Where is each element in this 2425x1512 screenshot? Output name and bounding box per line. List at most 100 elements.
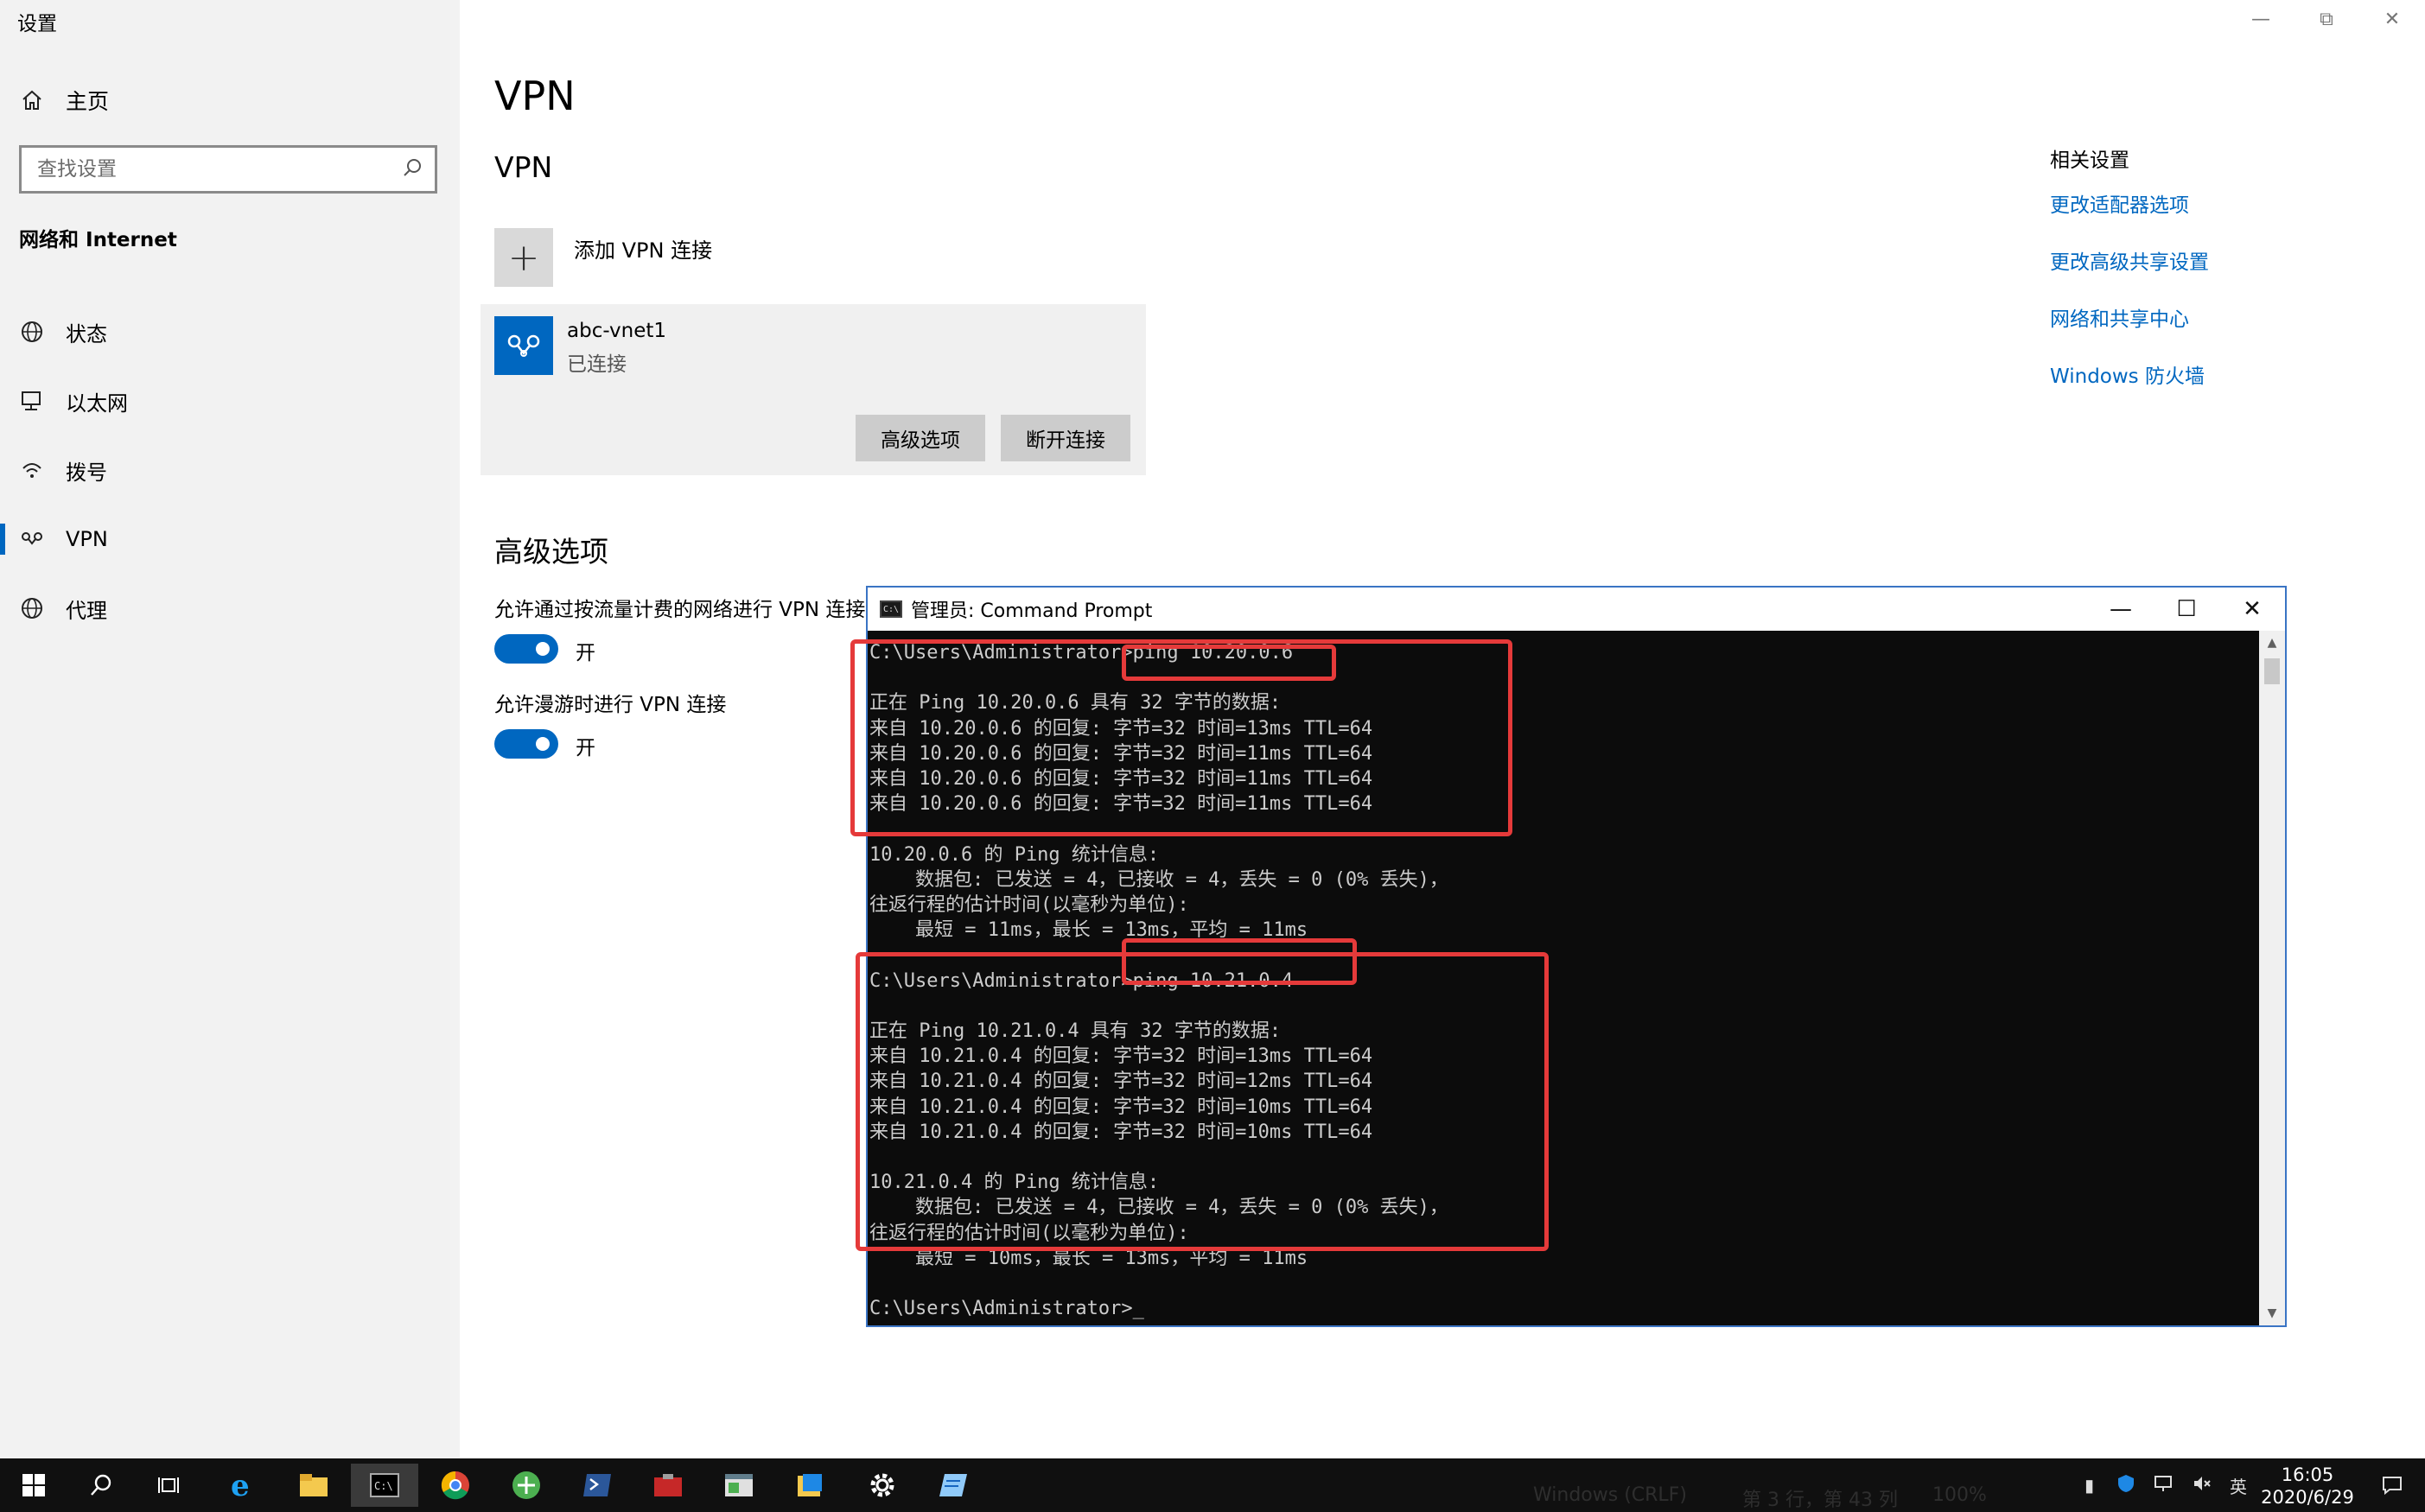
search-input[interactable] <box>37 158 402 181</box>
home-icon <box>17 86 47 115</box>
console-line: 数据包: 已发送 = 4，已接收 = 4，丢失 = 0 (0% 丢失)， <box>869 868 1448 891</box>
cmd-titlebar[interactable]: C:\ 管理员: Command Prompt — ☐ ✕ <box>868 588 2285 631</box>
action-center-icon[interactable] <box>2359 1458 2425 1512</box>
screen: 设置 主页 网络和 Internet 状态 <box>0 0 2425 1512</box>
status-zoom: 100% <box>1932 1484 1987 1506</box>
vpn-connection-icon <box>494 316 553 375</box>
link-advanced-sharing[interactable]: 更改高级共享设置 <box>2050 245 2209 302</box>
console-line: 往返行程的估计时间(以毫秒为单位): <box>869 894 1189 916</box>
file-explorer-icon[interactable] <box>280 1464 347 1507</box>
shield-icon[interactable] <box>2116 1473 2154 1498</box>
roaming-toggle-state: 开 <box>576 737 595 759</box>
plus-icon: + <box>494 228 553 287</box>
server-manager-icon[interactable] <box>776 1464 843 1507</box>
command-prompt-icon[interactable]: C:\ <box>351 1464 418 1507</box>
start-windows-icon[interactable] <box>0 1464 67 1507</box>
page-title: VPN <box>494 73 576 119</box>
status-cursor-position: 第 3 行，第 43 列 <box>1742 1490 1898 1511</box>
nav-item-status[interactable]: 状态 <box>0 297 460 366</box>
related-settings: 相关设置 更改适配器选项 更改高级共享设置 网络和共享中心 Windows 防火… <box>2050 143 2209 416</box>
green-browser-icon[interactable] <box>493 1464 560 1507</box>
powershell-icon[interactable] <box>563 1464 631 1507</box>
usb-device-icon[interactable]: ▮ <box>2084 1475 2116 1496</box>
search-icon[interactable] <box>67 1464 135 1507</box>
vpn-connection-status: 已连接 <box>567 353 627 376</box>
highlight-box-ping2-output <box>856 952 1549 1251</box>
scroll-thumb[interactable] <box>2264 658 2280 684</box>
notepad-icon[interactable] <box>920 1464 987 1507</box>
nav-item-label: 状态 <box>66 321 107 346</box>
close-icon[interactable]: ✕ <box>2359 0 2425 38</box>
nav-item-label: 代理 <box>66 598 107 623</box>
nav-item-label: VPN <box>66 527 108 551</box>
link-adapter-options[interactable]: 更改适配器选项 <box>2050 188 2209 245</box>
volume-muted-icon[interactable] <box>2192 1473 2230 1498</box>
highlight-box-ping1-command <box>1122 645 1336 681</box>
system-tray: ▮ 英 <box>2084 1458 2264 1512</box>
minimize-icon[interactable]: — <box>2088 588 2154 631</box>
restore-icon[interactable]: ⧉ <box>2294 0 2359 38</box>
globe-status-icon <box>17 317 47 346</box>
nav-list: 状态 以太网 拨号 VPN 代理 <box>0 297 460 643</box>
task-view-icon[interactable] <box>137 1464 204 1507</box>
dialup-icon <box>17 455 47 485</box>
nav-item-dialup[interactable]: 拨号 <box>0 435 460 505</box>
chrome-icon[interactable] <box>422 1464 489 1507</box>
console-line: C:\Users\Administrator>_ <box>869 1298 1144 1320</box>
cmd-scrollbar[interactable]: ▲ ▼ <box>2259 631 2285 1325</box>
clock-date: 2020/6/29 <box>2261 1487 2354 1508</box>
taskbar: e C:\ <box>0 1458 2425 1512</box>
minimize-icon[interactable]: — <box>2228 0 2294 38</box>
metered-toggle[interactable] <box>494 634 558 664</box>
cmd-app-icon: C:\ <box>880 600 902 618</box>
search-icon[interactable] <box>402 157 423 181</box>
scroll-down-icon[interactable]: ▼ <box>2259 1301 2285 1325</box>
nav-item-vpn[interactable]: VPN <box>0 505 460 574</box>
roaming-option-label: 允许漫游时进行 VPN 连接 <box>494 694 727 716</box>
nav-item-label: 以太网 <box>66 391 128 416</box>
highlight-box-ping2-command <box>1122 938 1357 985</box>
vpn-icon <box>17 524 47 554</box>
globe-proxy-icon <box>17 594 47 623</box>
related-settings-title: 相关设置 <box>2050 149 2129 172</box>
advanced-options-button[interactable]: 高级选项 <box>856 415 985 461</box>
maximize-icon[interactable]: ☐ <box>2154 588 2219 631</box>
svg-text:C:\: C:\ <box>374 1480 393 1492</box>
internet-explorer-icon[interactable]: e <box>209 1464 277 1507</box>
taskbar-clock[interactable]: 16:05 2020/6/29 <box>2247 1464 2368 1509</box>
sidebar: 设置 主页 网络和 Internet 状态 <box>0 0 460 1458</box>
add-vpn-label: 添加 VPN 连接 <box>574 238 713 263</box>
app-title: 设置 <box>17 13 57 35</box>
window-controls: — ⧉ ✕ <box>2228 0 2425 38</box>
link-network-sharing-center[interactable]: 网络和共享中心 <box>2050 302 2209 359</box>
toolbox-app-icon[interactable] <box>634 1464 702 1507</box>
cmd-title: 管理员: Command Prompt <box>911 600 1153 622</box>
network-icon[interactable] <box>2154 1473 2192 1498</box>
scroll-up-icon[interactable]: ▲ <box>2259 631 2285 655</box>
metered-option-label: 允许通过按流量计费的网络进行 VPN 连接 <box>494 599 866 621</box>
console-line: 10.20.0.6 的 Ping 统计信息: <box>869 843 1160 866</box>
section-title: 网络和 Internet <box>19 229 177 251</box>
clock-time: 16:05 <box>2281 1464 2334 1485</box>
home-nav-item[interactable]: 主页 <box>17 83 109 118</box>
close-icon[interactable]: ✕ <box>2219 588 2285 631</box>
ethernet-icon <box>17 386 47 416</box>
svg-text:e: e <box>231 1470 250 1501</box>
nav-item-ethernet[interactable]: 以太网 <box>0 366 460 435</box>
search-box[interactable] <box>19 145 437 194</box>
vpn-connection-name: abc-vnet1 <box>567 320 667 342</box>
nav-item-proxy[interactable]: 代理 <box>0 574 460 643</box>
cmd-window-controls: — ☐ ✕ <box>2088 588 2285 631</box>
status-line-ending: Windows (CRLF) <box>1533 1484 1687 1506</box>
advanced-options-heading: 高级选项 <box>494 535 608 569</box>
roaming-toggle[interactable] <box>494 729 558 759</box>
home-label: 主页 <box>66 89 110 114</box>
disconnect-button[interactable]: 断开连接 <box>1001 415 1130 461</box>
metered-toggle-state: 开 <box>576 642 595 664</box>
link-windows-firewall[interactable]: Windows 防火墙 <box>2050 359 2209 416</box>
add-vpn-button[interactable]: + 添加 VPN 连接 <box>494 228 712 287</box>
window-app-icon[interactable] <box>705 1464 773 1507</box>
section-heading-vpn: VPN <box>494 150 553 184</box>
vpn-connection-card[interactable]: abc-vnet1 已连接 高级选项 断开连接 <box>481 304 1146 475</box>
settings-gear-icon[interactable] <box>849 1464 916 1507</box>
